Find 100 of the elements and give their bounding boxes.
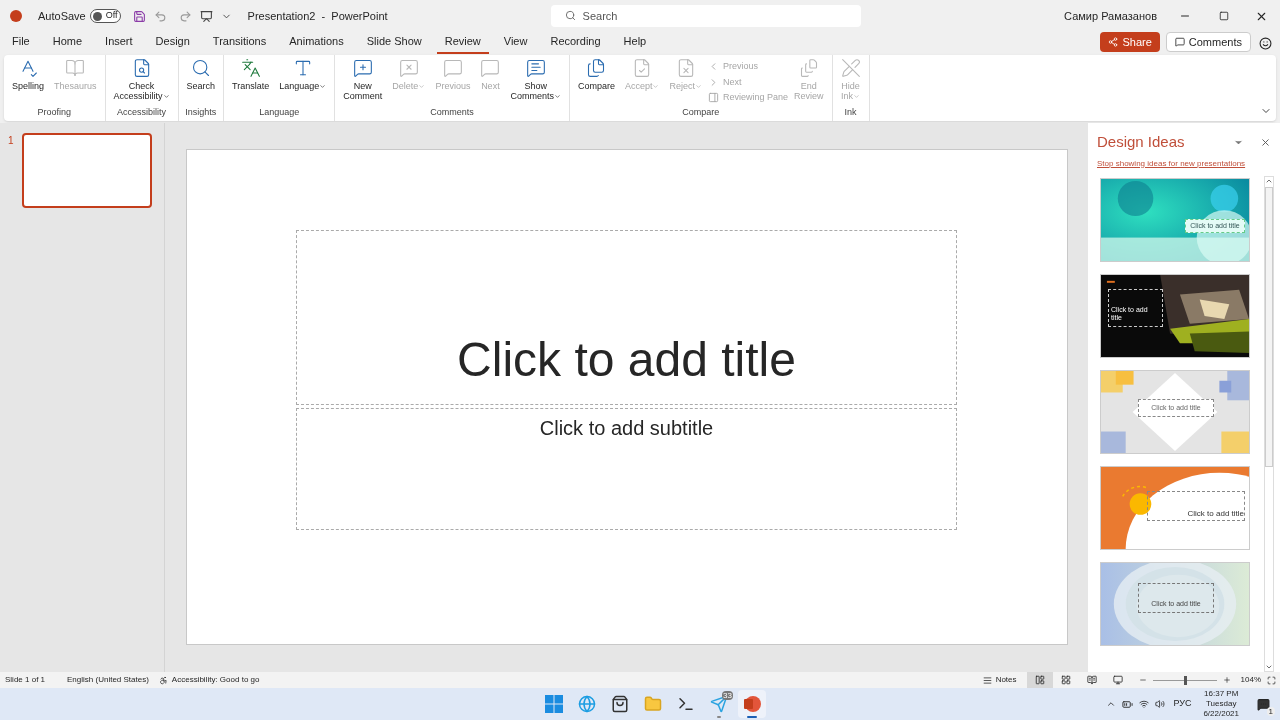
browser-icon — [578, 695, 596, 713]
slide-counter: Slide 1 of 1 — [5, 674, 46, 686]
documents-icon — [586, 58, 607, 78]
comment-icon — [1174, 36, 1185, 47]
subtitle-placeholder[interactable]: Click to add subtitle — [296, 408, 957, 530]
presenter-icon[interactable] — [199, 9, 213, 23]
restore-icon[interactable] — [1219, 11, 1229, 21]
document-title: Presentation2 - PowerPoint — [247, 8, 388, 24]
scrollbar[interactable] — [1264, 175, 1274, 672]
comments-button[interactable]: Comments — [1165, 31, 1251, 52]
notification-icon[interactable] — [1257, 697, 1270, 711]
idea-title: Click to add title — [1147, 490, 1245, 521]
save-icon[interactable] — [132, 9, 146, 23]
menu-tab[interactable]: Slide Show — [358, 32, 430, 54]
close-icon[interactable] — [1260, 136, 1271, 148]
group-label: Ink — [843, 105, 858, 119]
taskbar-app[interactable]: 33 — [705, 690, 733, 718]
pen-off-icon — [840, 58, 861, 78]
title-placeholder[interactable]: Click to add title — [296, 230, 957, 405]
share-button[interactable]: Share — [1100, 31, 1160, 52]
speaker-icon[interactable] — [1155, 699, 1166, 709]
battery-icon[interactable] — [1122, 698, 1134, 710]
slideshow-icon — [1112, 675, 1123, 685]
slide-number: 1 — [8, 134, 14, 148]
menu-tab[interactable]: Recording — [542, 32, 609, 54]
folder-icon — [644, 695, 662, 713]
stop-ideas-link[interactable]: Stop showing ideas for new presentations — [1097, 157, 1271, 170]
user-name: Самир Рамазанов — [1064, 8, 1157, 24]
autosave-label: AutoSave — [38, 8, 86, 24]
zoom-level[interactable]: 104% — [1240, 674, 1261, 686]
caret-icon — [652, 82, 660, 90]
wifi-icon[interactable] — [1139, 699, 1150, 709]
slide-thumbnail[interactable] — [21, 133, 152, 208]
caret-icon — [319, 82, 327, 90]
menu-tab[interactable]: Animations — [281, 32, 352, 54]
notes-icon — [982, 675, 992, 685]
menu-tab[interactable]: Insert — [97, 32, 141, 54]
presentation-app-icon — [743, 695, 761, 713]
ribbon-button[interactable]: Compare — [573, 58, 619, 91]
taskbar-app[interactable] — [738, 690, 766, 718]
normal-view-icon — [1034, 675, 1045, 685]
notification-count: 1 — [1266, 706, 1275, 716]
smiley-icon[interactable] — [1259, 37, 1272, 50]
comment-icon — [480, 58, 501, 78]
windows-logo-icon — [545, 695, 563, 713]
reading-view-icon — [1086, 675, 1097, 685]
share-icon — [1108, 36, 1119, 47]
zoom-slider-thumb[interactable] — [1183, 675, 1187, 685]
menu-tab[interactable]: Transitions — [204, 32, 275, 54]
ribbon-button[interactable]: Search — [182, 58, 220, 91]
caret-icon — [694, 82, 702, 90]
ribbon-button[interactable]: Show Comments — [506, 58, 565, 101]
input-language[interactable]: РУС — [1173, 697, 1192, 711]
group-label: Comments — [429, 105, 475, 119]
unread-badge: 33 — [722, 691, 733, 700]
group-label: Proofing — [36, 105, 73, 119]
group-label: Compare — [681, 105, 721, 119]
group-label: Insights — [184, 105, 218, 119]
caret-icon — [553, 92, 561, 100]
ribbon-button[interactable]: Spelling — [8, 58, 49, 91]
ribbon-button[interactable]: Translate — [228, 58, 274, 91]
fit-slide-icon[interactable] — [1267, 675, 1276, 685]
view-button[interactable] — [1026, 672, 1053, 688]
pane-title: Design Ideas — [1097, 132, 1185, 152]
menu-tab[interactable]: Home — [44, 32, 91, 54]
ribbon-button[interactable]: Language — [275, 58, 331, 91]
comment-icon — [442, 58, 463, 78]
comment-plus-icon — [352, 58, 373, 78]
accessibility-icon — [158, 675, 168, 685]
caret-icon — [418, 82, 426, 90]
comment-text-icon — [525, 58, 546, 78]
caret-icon — [162, 92, 170, 100]
design-idea[interactable]: Click to add title — [1100, 465, 1250, 550]
search-icon — [564, 10, 576, 21]
group-label: Accessibility — [116, 105, 168, 119]
language-status[interactable]: English (United States) — [67, 674, 149, 686]
group-label: Language — [258, 105, 301, 119]
comment-x-icon — [398, 58, 419, 78]
accessibility-status[interactable]: Accessibility: Good to go — [158, 674, 260, 686]
search-field[interactable]: Search — [550, 5, 861, 27]
grid-view-icon — [1060, 675, 1071, 685]
document-stack-icon — [798, 58, 819, 78]
notes-button[interactable]: Notes — [982, 674, 1017, 686]
app-logo-icon — [10, 10, 22, 22]
zoom-in-icon[interactable] — [1222, 676, 1231, 684]
store-bag-icon — [611, 695, 629, 713]
autosave-toggle[interactable]: Off — [89, 9, 121, 23]
menu-tab[interactable]: Help — [615, 32, 655, 54]
magnifier-icon — [190, 58, 211, 78]
ribbon-button[interactable]: New Comment — [339, 58, 387, 101]
ribbon-button[interactable]: Check Accessibility — [109, 58, 174, 101]
menu-tab[interactable]: View — [495, 32, 536, 54]
clock[interactable]: 16:37 PM Tuesday 6/22/2021 — [1203, 689, 1239, 719]
terminal-icon — [677, 695, 695, 713]
book-icon — [65, 58, 86, 78]
caret-icon — [853, 92, 860, 100]
tray-chevron-icon[interactable] — [1106, 699, 1117, 709]
scroll-down-icon[interactable] — [1265, 663, 1273, 671]
menu-tab[interactable]: File — [4, 32, 38, 54]
menu-tab[interactable]: Design — [147, 32, 198, 54]
